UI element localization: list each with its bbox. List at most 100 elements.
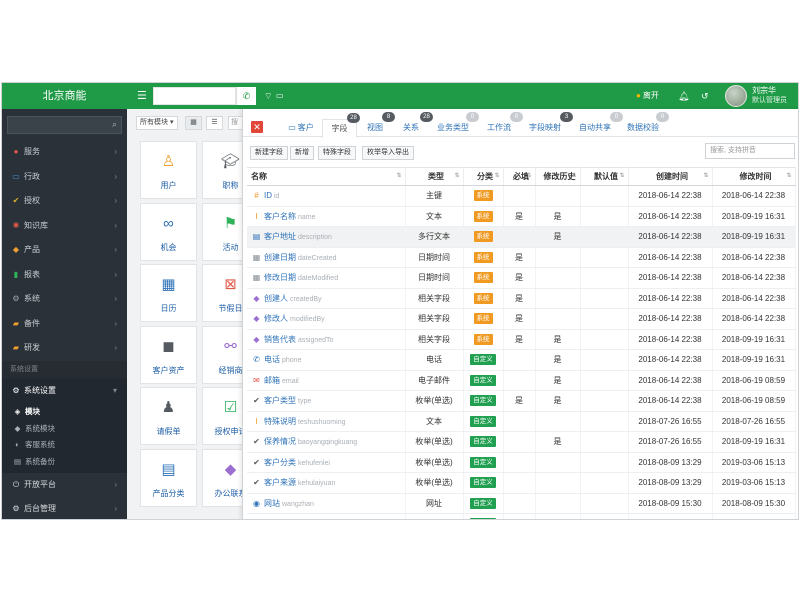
action-button-1[interactable]: 新增 bbox=[290, 146, 314, 160]
field-name-link[interactable]: 修改人 bbox=[264, 314, 288, 323]
sidebar-subitem-0[interactable]: ◈ 模块 bbox=[2, 404, 127, 419]
table-row[interactable]: I 特殊说明 teshushuoming 文本 自定义 2018-07-26 16:55 2… bbox=[247, 411, 796, 432]
column-header-0[interactable]: 名称 ⇅ bbox=[247, 167, 406, 186]
column-header-4[interactable]: 修改历史 ⇅ bbox=[535, 167, 581, 186]
field-name-link[interactable]: 修改日期 bbox=[264, 273, 296, 282]
leave-status-button[interactable]: ● 离开 bbox=[636, 83, 659, 109]
field-name-link[interactable]: 特殊说明 bbox=[264, 417, 296, 426]
cell-type: 日期时间 bbox=[405, 247, 464, 268]
sidebar-item-2[interactable]: ✔ 授权 › bbox=[2, 189, 127, 213]
tab-1[interactable]: 字段 28 bbox=[322, 113, 360, 138]
sidebar-subitem-3[interactable]: ▤ 系统备份 bbox=[2, 454, 127, 469]
tab-label: 客户 bbox=[297, 123, 314, 132]
module-tile-8[interactable]: ♟ 请假单 bbox=[140, 387, 197, 445]
table-row[interactable]: ✔ 客户类型 type 枚举(单选) 自定义是是 2018-06-14 22:38 2018… bbox=[247, 390, 796, 412]
field-name-link[interactable]: 电话 bbox=[264, 355, 280, 364]
table-row[interactable]: ◆ 创建人 createdBy 相关字段 系统是 2018-06-14 22:38 2018… bbox=[247, 288, 796, 309]
module-tile-0[interactable]: ♙ 用户 bbox=[140, 141, 197, 199]
sidebar-item-8[interactable]: ▰ 研发 › bbox=[2, 336, 127, 360]
column-header-2[interactable]: 分类 ⇅ bbox=[463, 167, 504, 186]
tab-8[interactable]: 数据校验 0 bbox=[621, 112, 669, 137]
module-tile-6[interactable]: ◼ 客户资产 bbox=[140, 325, 197, 384]
menu-icon[interactable]: ☰ bbox=[137, 83, 147, 109]
sidebar-subitem-1[interactable]: ◆ 系统模块 bbox=[2, 421, 127, 436]
cell-modified: 2018-06-14 22:38 bbox=[712, 288, 796, 309]
sidebar-subitem-2[interactable]: ◐ 客服系统 bbox=[2, 437, 127, 452]
field-name-link[interactable]: 客户地址 bbox=[264, 232, 296, 241]
tab-6[interactable]: 字段映射 3 bbox=[521, 112, 573, 137]
module-tile-2[interactable]: ∞ 机会 bbox=[140, 202, 197, 261]
field-name-link[interactable]: 客户类型 bbox=[264, 396, 296, 405]
tab-0[interactable]: ▭ 客户 bbox=[283, 119, 319, 137]
sidebar-item-7[interactable]: ▰ 备件 › bbox=[2, 312, 127, 336]
table-row[interactable]: # ID id 主键 系统 2018-06-14 22:38 2018-06-14 22:3… bbox=[247, 185, 796, 207]
tab-2[interactable]: 视图 8 bbox=[359, 112, 395, 137]
sidebar-item-0[interactable]: ● 服务 › bbox=[2, 140, 127, 164]
field-name-link[interactable]: 创建人 bbox=[264, 294, 288, 303]
user-name[interactable]: 刘宗华 bbox=[752, 86, 776, 96]
table-row[interactable]: ▤ 客户地址 description 多行文本 系统是 2018-06-14 22:38 2… bbox=[247, 226, 796, 248]
column-header-5[interactable]: 默认值 ⇅ bbox=[580, 167, 629, 186]
table-row[interactable]: ✔ 客户来源 kehulaiyuan 枚举(单选) 自定义 2018-08-09 13:2… bbox=[247, 472, 796, 494]
field-name-link[interactable]: ID bbox=[264, 191, 272, 200]
tab-3[interactable]: 关系 28 bbox=[393, 112, 433, 137]
field-name-link[interactable]: 客户名称 bbox=[264, 212, 296, 221]
grid-view-button[interactable]: ▦ bbox=[185, 116, 202, 130]
module-filter-select[interactable]: 所有模块 ▾ bbox=[136, 116, 178, 130]
action-button-0[interactable]: 新建字段 bbox=[250, 146, 288, 160]
module-tile-10[interactable]: ▤ 产品分类 bbox=[140, 448, 197, 507]
field-name-link[interactable]: 销售代表 bbox=[264, 335, 296, 344]
bell-icon[interactable]: 🔔︎ bbox=[678, 83, 689, 109]
column-header-6[interactable]: 创建时间 ⇅ bbox=[628, 167, 713, 186]
field-name-link[interactable]: 邮箱 bbox=[264, 376, 280, 385]
table-row[interactable]: ◆ 销售代表 assignedTo 相关字段 系统是是 2018-06-14 22:38 2… bbox=[247, 329, 796, 350]
field-search-input[interactable]: 搜索, 支持拼音 bbox=[705, 143, 795, 159]
brand-logo[interactable]: 北京商能 bbox=[2, 83, 127, 109]
table-row[interactable]: ✔ 客户分类 kehufenlei 枚举(单选) 自定义 2018-08-09 13:29… bbox=[247, 452, 796, 473]
column-header-3[interactable]: 必填 ⇅ bbox=[503, 167, 536, 186]
field-name-link[interactable]: 创建日期 bbox=[264, 253, 296, 262]
sidebar-search-input[interactable]: ⌕ bbox=[7, 116, 122, 134]
avatar[interactable] bbox=[725, 85, 747, 107]
field-name-link[interactable]: 客户来源 bbox=[264, 478, 296, 487]
search-icon[interactable]: ⌕ bbox=[112, 119, 117, 130]
tab-4[interactable]: 业务类型 0 bbox=[431, 112, 479, 137]
tab-7[interactable]: 自动共享 0 bbox=[571, 112, 623, 137]
list-view-button[interactable]: ☰ bbox=[206, 116, 223, 130]
table-row[interactable]: ◆ 修改人 modifiedBy 相关字段 系统是 2018-06-14 22:38 201… bbox=[247, 308, 796, 330]
action-button-2[interactable]: 特殊字段 bbox=[318, 146, 356, 160]
history-icon[interactable]: ↺ bbox=[701, 83, 709, 109]
sidebar-item-4[interactable]: ◆ 产品 › bbox=[2, 238, 127, 262]
sidebar-item-1[interactable]: ▭ 行政 › bbox=[2, 165, 127, 189]
table-row[interactable]: ✔ 自定义 bbox=[247, 513, 796, 519]
cell-type: 主键 bbox=[405, 185, 464, 207]
sidebar-item-5[interactable]: ▮ 报表 › bbox=[2, 263, 127, 287]
module-tile-4[interactable]: ▦ 日历 bbox=[140, 264, 197, 322]
global-search-input[interactable] bbox=[153, 87, 236, 105]
sidebar-item-system-settings[interactable]: ⚙ 系统设置 ▾ bbox=[2, 379, 127, 403]
table-row[interactable]: ✉ 邮箱 email 电子邮件 自定义 是 2018-06-14 22:38 2018-06-… bbox=[247, 370, 796, 391]
field-name-link[interactable]: 网站 bbox=[264, 499, 280, 508]
phone-call-button[interactable]: ✆ bbox=[236, 87, 256, 105]
sidebar-bottom-item-0[interactable]: ⏻ 开放平台 › bbox=[2, 473, 127, 497]
column-header-7[interactable]: 修改时间 ⇅ bbox=[712, 167, 796, 186]
module-search-input[interactable]: 搜 bbox=[228, 116, 242, 130]
field-name-link[interactable]: 客户分类 bbox=[264, 458, 296, 467]
table-row[interactable]: I 客户名称 name 文本 系统是是 2018-06-14 22:38 2018-09-1… bbox=[247, 206, 796, 227]
cell-category: 自定义 bbox=[463, 349, 504, 371]
cell-required bbox=[503, 349, 536, 371]
table-row[interactable]: ✔ 保养情况 baoyangqingkuang 枚举(单选) 自定义 是 2018-07-2… bbox=[247, 431, 796, 453]
table-row[interactable]: ✆ 电话 phone 电话 自定义是 2018-06-14 22:38 2018-09-19… bbox=[247, 349, 796, 371]
sidebar-item-6[interactable]: ⚙ 系统 › bbox=[2, 287, 127, 311]
close-button[interactable]: ✕ bbox=[251, 121, 263, 133]
table-row[interactable]: ◉ 网站 wangzhan 网址 自定义 2018-08-09 15:30 2018-08-… bbox=[247, 493, 796, 514]
sidebar-bottom-item-1[interactable]: ⚙ 后台管理 › bbox=[2, 497, 127, 519]
table-row[interactable]: ▦ 创建日期 dateCreated 日期时间 系统是 2018-06-14 22:38 2… bbox=[247, 247, 796, 268]
module-tile-label: 机会 bbox=[160, 242, 177, 252]
action-button-3[interactable]: 枚举导入导出 bbox=[362, 146, 414, 160]
field-name-link[interactable]: 保养情况 bbox=[264, 437, 296, 446]
column-header-1[interactable]: 类型 ⇅ bbox=[405, 167, 464, 186]
sidebar-item-3[interactable]: ✱ 知识库 › bbox=[2, 214, 127, 238]
tab-5[interactable]: 工作流 0 bbox=[479, 112, 523, 137]
table-row[interactable]: ▦ 修改日期 dateModified 日期时间 系统是 2018-06-14 22:38… bbox=[247, 267, 796, 289]
